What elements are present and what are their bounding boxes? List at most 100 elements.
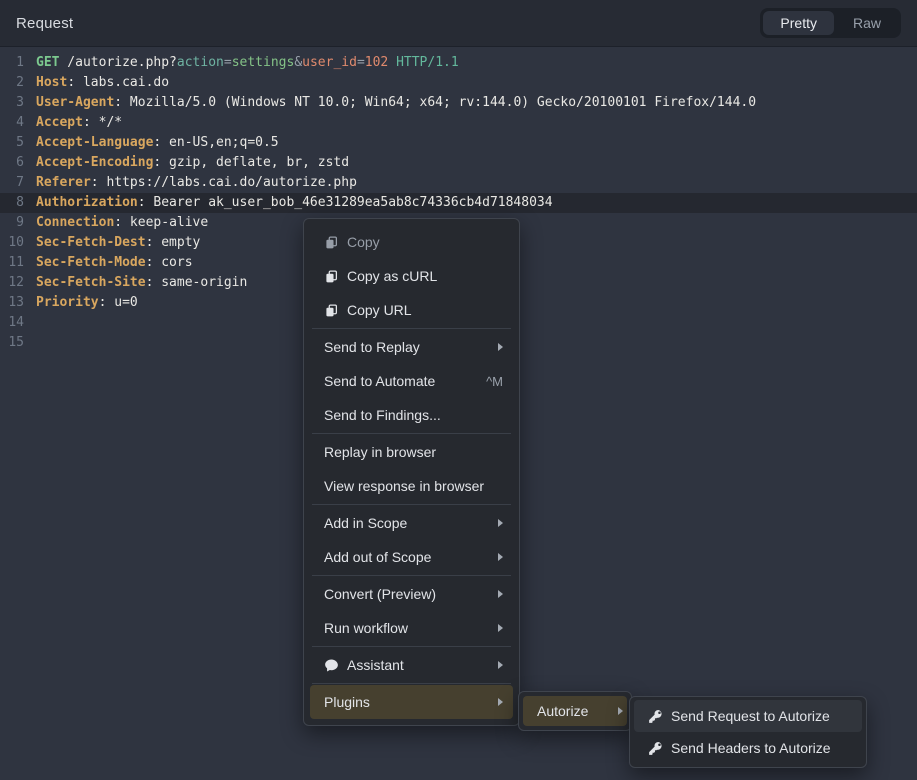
code-segment: Accept-Encoding — [36, 155, 153, 170]
code-segment: : */* — [83, 115, 122, 130]
menu-item-copy[interactable]: Copy — [310, 225, 513, 259]
menu-item-label: Copy as cURL — [347, 268, 437, 284]
menu-item-label: Send Headers to Autorize — [671, 740, 831, 756]
code-segment: = — [224, 55, 232, 70]
line-number: 2 — [0, 73, 24, 93]
menu-divider — [312, 683, 511, 684]
line-content: Sec-Fetch-Site: same-origin — [24, 273, 247, 293]
menu-item-label: View response in browser — [324, 478, 484, 494]
tab-raw[interactable]: Raw — [836, 11, 898, 35]
code-line[interactable]: 1GET /autorize.php?action=settings&user_… — [0, 53, 917, 73]
menu-item-label: Add in Scope — [324, 515, 407, 531]
request-topbar: Request Pretty Raw — [0, 0, 917, 47]
code-segment: Sec-Fetch-Dest — [36, 235, 146, 250]
code-segment: Sec-Fetch-Mode — [36, 255, 146, 270]
code-segment: : Mozilla/5.0 (Windows NT 10.0; Win64; x… — [114, 95, 756, 110]
code-segment: Connection — [36, 215, 114, 230]
code-segment: : u=0 — [99, 295, 138, 310]
code-line[interactable]: 4Accept: */* — [0, 113, 917, 133]
line-content: Priority: u=0 — [24, 293, 138, 313]
autorize-submenu: Send Request to Autorize Send Headers to … — [629, 696, 867, 768]
code-segment: = — [357, 55, 365, 70]
code-segment: /autorize.php? — [59, 55, 176, 70]
menu-item-add-out-of-scope[interactable]: Add out of Scope — [310, 540, 513, 574]
request-panel: Request Pretty Raw 1GET /autorize.php?ac… — [0, 0, 917, 780]
code-line[interactable]: 6 Accept-Encoding: gzip, deflate, br, zst… — [0, 153, 917, 173]
line-content — [24, 333, 36, 353]
menu-divider — [312, 328, 511, 329]
code-segment: & — [294, 55, 302, 70]
menu-item-assistant[interactable]: Assistant — [310, 648, 513, 682]
code-line-active[interactable]: 8Authorization: Bearer ak_user_bob_46e31… — [0, 193, 917, 213]
code-line[interactable]: 3User-Agent: Mozilla/5.0 (Windows NT 10.… — [0, 93, 917, 113]
line-content: Accept: */* — [24, 113, 122, 133]
chevron-right-icon — [498, 519, 503, 527]
copy-icon — [324, 269, 339, 284]
code-segment: User-Agent — [36, 95, 114, 110]
menu-item-add-in-scope[interactable]: Add in Scope — [310, 506, 513, 540]
line-number: 7 — [0, 173, 24, 193]
copy-icon — [324, 235, 339, 250]
line-number: 6 — [0, 153, 24, 173]
menu-item-send-to-automate[interactable]: Send to Automate^M — [310, 364, 513, 398]
code-segment: 102 — [365, 55, 388, 70]
menu-item-run-workflow[interactable]: Run workflow — [310, 611, 513, 645]
line-number: 12 — [0, 273, 24, 293]
line-number: 13 — [0, 293, 24, 313]
code-segment: Sec-Fetch-Site — [36, 275, 146, 290]
code-segment: : keep-alive — [114, 215, 208, 230]
code-segment: settings — [232, 55, 295, 70]
code-line[interactable]: 5Accept-Language: en-US,en;q=0.5 — [0, 133, 917, 153]
plugins-submenu: Autorize — [518, 691, 632, 731]
line-number: 10 — [0, 233, 24, 253]
menu-divider — [312, 433, 511, 434]
menu-item-label: Plugins — [324, 694, 370, 710]
menu-item-replay-in-browser[interactable]: Replay in browser — [310, 435, 513, 469]
code-segment: : Bearer ak_user_bob_46e31289ea5ab8c7433… — [138, 195, 553, 210]
menu-item-label: Autorize — [537, 703, 588, 719]
menu-item-send-headers-to-autorize[interactable]: Send Headers to Autorize — [634, 732, 862, 764]
code-segment: Accept-Language — [36, 135, 153, 150]
menu-item-send-to-findings[interactable]: Send to Findings... — [310, 398, 513, 432]
line-number: 14 — [0, 313, 24, 333]
menu-item-send-to-replay[interactable]: Send to Replay — [310, 330, 513, 364]
menu-item-copy-as-curl[interactable]: Copy as cURL — [310, 259, 513, 293]
code-segment: : empty — [146, 235, 201, 250]
code-segment: : cors — [146, 255, 193, 270]
line-content: User-Agent: Mozilla/5.0 (Windows NT 10.0… — [24, 93, 756, 113]
line-number: 15 — [0, 333, 24, 353]
line-number: 3 — [0, 93, 24, 113]
key-icon — [648, 709, 663, 724]
line-content: Authorization: Bearer ak_user_bob_46e312… — [24, 193, 553, 213]
code-segment — [388, 55, 396, 70]
menu-item-view-response-in-browser[interactable]: View response in browser — [310, 469, 513, 503]
code-line[interactable]: 2Host: labs.cai.do — [0, 73, 917, 93]
menu-item-convert-preview[interactable]: Convert (Preview) — [310, 577, 513, 611]
code-segment: Priority — [36, 295, 99, 310]
code-segment: GET — [36, 55, 59, 70]
code-segment: action — [177, 55, 224, 70]
line-content: Referer: https://labs.cai.do/autorize.ph… — [24, 173, 357, 193]
menu-item-copy-url[interactable]: Copy URL — [310, 293, 513, 327]
code-segment: : gzip, deflate, br, zstd — [153, 155, 349, 170]
menu-item-label: Copy URL — [347, 302, 412, 318]
line-content: Accept-Language: en-US,en;q=0.5 — [24, 133, 279, 153]
line-number: 9 — [0, 213, 24, 233]
menu-item-label: Replay in browser — [324, 444, 436, 460]
line-content: Sec-Fetch-Mode: cors — [24, 253, 193, 273]
tab-pretty[interactable]: Pretty — [763, 11, 834, 35]
chevron-right-icon — [498, 590, 503, 598]
menu-item-plugins[interactable]: Plugins — [310, 685, 513, 719]
menu-item-label: Send to Findings... — [324, 407, 441, 423]
menu-item-send-request-to-autorize[interactable]: Send Request to Autorize — [634, 700, 862, 732]
page-title: Request — [16, 15, 73, 32]
context-menu: Copy Copy as cURL Copy URL Send to Replay Se… — [303, 218, 520, 726]
menu-item-autorize[interactable]: Autorize — [523, 696, 627, 726]
menu-item-label: Copy — [347, 234, 380, 250]
code-line[interactable]: 7Referer: https://labs.cai.do/autorize.p… — [0, 173, 917, 193]
chevron-right-icon — [498, 553, 503, 561]
menu-item-label: Send to Replay — [324, 339, 420, 355]
menu-divider — [312, 646, 511, 647]
code-segment: : en-US,en;q=0.5 — [153, 135, 278, 150]
menu-divider — [312, 504, 511, 505]
